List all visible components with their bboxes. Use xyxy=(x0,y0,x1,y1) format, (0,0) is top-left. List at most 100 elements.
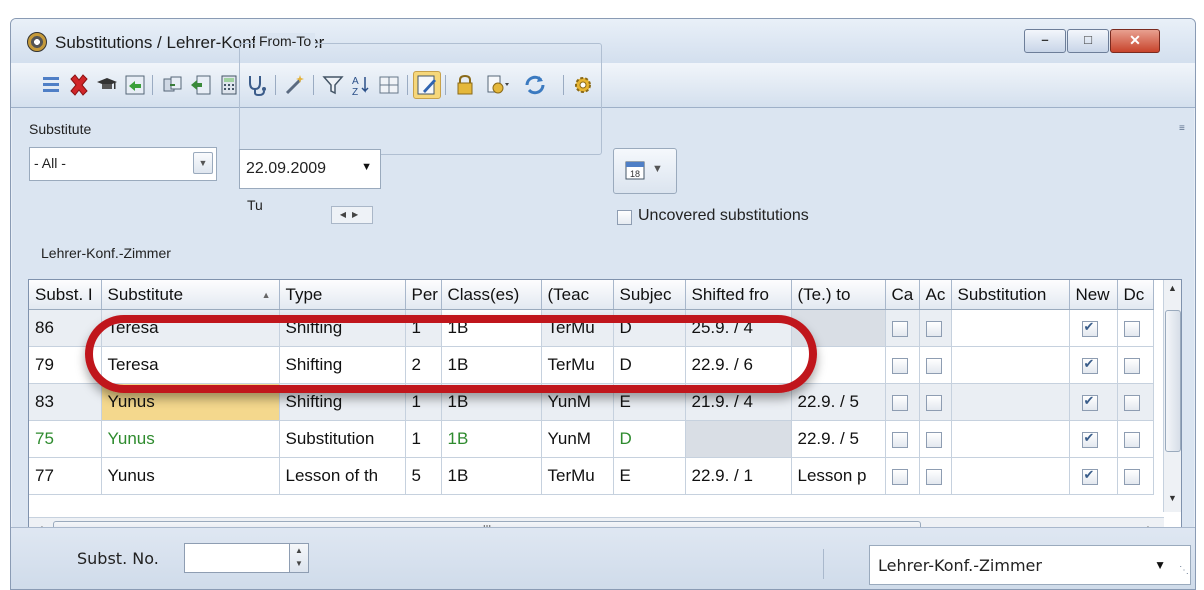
cell-substitution-text[interactable] xyxy=(951,346,1070,384)
cell-substitution-text[interactable] xyxy=(951,309,1070,347)
cell-subst-no[interactable]: 77 xyxy=(29,457,102,495)
cell-dc[interactable] xyxy=(1117,420,1154,458)
calculator-icon[interactable] xyxy=(217,73,241,97)
ac-checkbox[interactable] xyxy=(925,320,942,337)
col-header-ac[interactable]: Ac xyxy=(919,280,952,310)
date-step-buttons[interactable]: ◀▶ xyxy=(331,206,373,224)
chevron-down-icon[interactable]: ▼ xyxy=(193,152,213,174)
cell-shifted-from[interactable]: 22.9. / 1 xyxy=(685,457,792,495)
col-header-new[interactable]: New xyxy=(1069,280,1118,310)
scroll-down-icon[interactable]: ▼ xyxy=(1164,490,1181,507)
dc-checkbox[interactable] xyxy=(1123,320,1140,337)
cancel-checkbox[interactable] xyxy=(891,357,908,374)
cell-to[interactable]: 22.9. / 5 xyxy=(791,420,886,458)
cancel-checkbox[interactable] xyxy=(891,468,908,485)
close-button[interactable]: ✕ xyxy=(1110,29,1160,53)
new-checkbox[interactable] xyxy=(1081,319,1098,337)
chevron-down-icon[interactable]: ▼ xyxy=(361,161,372,173)
col-header-period[interactable]: Per xyxy=(405,280,442,310)
cancel-checkbox[interactable] xyxy=(891,320,908,337)
cell-teacher[interactable]: YunM xyxy=(541,420,614,458)
date-picker[interactable]: 22.09.2009 ▼ xyxy=(239,149,381,189)
copy-icon[interactable] xyxy=(161,73,185,97)
cell-substitution-text[interactable] xyxy=(951,457,1070,495)
cell-cancel[interactable] xyxy=(885,383,920,421)
col-header-type[interactable]: Type xyxy=(279,280,406,310)
cell-classes[interactable]: 1B xyxy=(441,420,542,458)
cell-new[interactable] xyxy=(1069,420,1118,458)
cell-dc[interactable] xyxy=(1117,346,1154,384)
col-header-to[interactable]: (Te.) to xyxy=(791,280,886,310)
cell-cancel[interactable] xyxy=(885,346,920,384)
col-header-subject[interactable]: Subjec xyxy=(613,280,686,310)
col-header-dc[interactable]: Dc xyxy=(1117,280,1154,310)
col-header-subst-no[interactable]: Subst. I xyxy=(29,280,102,310)
cell-type[interactable]: Substitution xyxy=(279,420,406,458)
dc-checkbox[interactable] xyxy=(1123,468,1140,485)
cell-cancel[interactable] xyxy=(885,309,920,347)
cell-dc[interactable] xyxy=(1117,383,1154,421)
cell-new[interactable] xyxy=(1069,309,1118,347)
substitute-select[interactable]: - All - ▼ xyxy=(29,147,217,181)
ac-checkbox[interactable] xyxy=(925,431,942,448)
cancel-checkbox[interactable] xyxy=(891,394,908,411)
cell-teacher[interactable]: TerMu xyxy=(541,457,614,495)
dc-checkbox[interactable] xyxy=(1123,431,1140,448)
cell-subst-no[interactable]: 75 xyxy=(29,420,102,458)
teacher-icon[interactable] xyxy=(95,73,119,97)
dc-checkbox[interactable] xyxy=(1123,357,1140,374)
col-header-cancel[interactable]: Ca xyxy=(885,280,920,310)
cell-to[interactable]: Lesson p xyxy=(791,457,886,495)
cell-classes[interactable]: 1B xyxy=(441,457,542,495)
cell-ac[interactable] xyxy=(919,457,952,495)
calendar-button[interactable]: 18 ▼ xyxy=(613,148,677,194)
cell-ac[interactable] xyxy=(919,309,952,347)
col-header-substitution-text[interactable]: Substitution xyxy=(951,280,1070,310)
scroll-up-icon[interactable]: ▲ xyxy=(1164,280,1181,297)
subst-no-input[interactable] xyxy=(184,543,290,573)
cell-ac[interactable] xyxy=(919,420,952,458)
cell-to[interactable]: 22.9. / 5 xyxy=(791,383,886,421)
delete-icon[interactable] xyxy=(67,73,91,97)
cancel-checkbox[interactable] xyxy=(891,431,908,448)
cell-subst-no[interactable]: 83 xyxy=(29,383,102,421)
cell-period[interactable]: 5 xyxy=(405,457,442,495)
cell-shifted-from[interactable] xyxy=(685,420,792,458)
ac-checkbox[interactable] xyxy=(925,468,942,485)
vertical-scroll-thumb[interactable] xyxy=(1165,310,1181,452)
cell-ac[interactable] xyxy=(919,383,952,421)
cell-substitute[interactable]: Yunus xyxy=(101,457,280,495)
cell-type[interactable]: Lesson of th xyxy=(279,457,406,495)
import-icon[interactable] xyxy=(123,73,147,97)
subst-no-stepper[interactable]: ▲ ▼ xyxy=(289,543,309,573)
cell-dc[interactable] xyxy=(1117,457,1154,495)
ac-checkbox[interactable] xyxy=(925,357,942,374)
toolbar-overflow-grip[interactable]: ≡ xyxy=(1179,123,1189,147)
resize-grip-icon[interactable]: ⋱ xyxy=(1179,565,1189,576)
col-header-shifted-from[interactable]: Shifted fro xyxy=(685,280,792,310)
cell-period[interactable]: 1 xyxy=(405,420,442,458)
cell-dc[interactable] xyxy=(1117,309,1154,347)
chevron-down-icon[interactable]: ▼ xyxy=(1154,558,1166,572)
cell-cancel[interactable] xyxy=(885,420,920,458)
new-checkbox[interactable] xyxy=(1081,393,1098,411)
maximize-button[interactable]: □ xyxy=(1067,29,1109,53)
col-header-substitute[interactable]: Substitute ▲ xyxy=(101,280,280,310)
col-header-teacher[interactable]: (Teac xyxy=(541,280,614,310)
cell-new[interactable] xyxy=(1069,383,1118,421)
room-select[interactable]: Lehrer-Konf.-Zimmer ▼ xyxy=(869,545,1191,585)
minimize-button[interactable]: – xyxy=(1024,29,1066,53)
col-header-classes[interactable]: Class(es) xyxy=(441,280,542,310)
new-checkbox[interactable] xyxy=(1081,356,1098,374)
export-icon[interactable] xyxy=(189,73,213,97)
dc-checkbox[interactable] xyxy=(1123,394,1140,411)
cell-new[interactable] xyxy=(1069,457,1118,495)
cell-cancel[interactable] xyxy=(885,457,920,495)
vertical-scrollbar[interactable]: ▲ ▼ xyxy=(1163,280,1181,512)
table-row[interactable]: 77 Yunus Lesson of th 5 1B TerMu E 22.9.… xyxy=(29,457,1154,495)
table-row[interactable]: 75 Yunus Substitution 1 1B YunM D 22.9. … xyxy=(29,420,1154,458)
ac-checkbox[interactable] xyxy=(925,394,942,411)
cell-substitution-text[interactable] xyxy=(951,420,1070,458)
cell-substitution-text[interactable] xyxy=(951,383,1070,421)
new-checkbox[interactable] xyxy=(1081,430,1098,448)
